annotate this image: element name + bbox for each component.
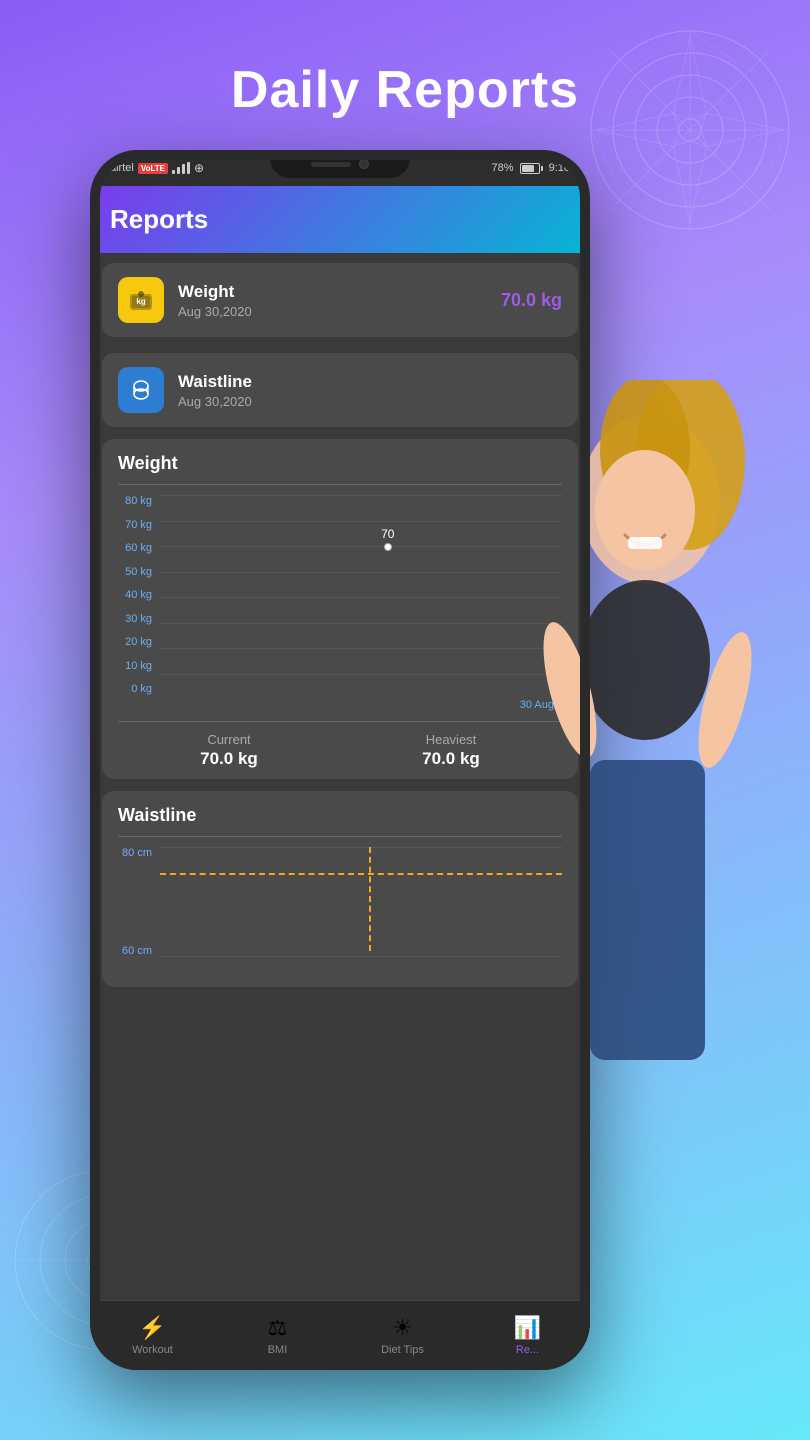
waistline-metric-card[interactable]: Waistline Aug 30,2020 — [102, 353, 578, 427]
diet-icon: ☀ — [393, 1315, 413, 1341]
notch-speaker — [311, 162, 351, 167]
current-label: Current — [118, 732, 340, 747]
page-title: Daily Reports — [0, 60, 810, 120]
signal-bar-2 — [177, 167, 180, 174]
y-label-70: 70 kg — [118, 519, 152, 531]
chart-x-axis: 30 Aug — [118, 699, 562, 711]
nav-item-diet[interactable]: ☀ Diet Tips — [340, 1307, 465, 1364]
status-bar: airtel VoLTE ⊕ 78% 9:10 — [90, 150, 590, 186]
weight-metric-card[interactable]: kg Weight Aug 30,2020 70.0 kg — [102, 263, 578, 337]
waistline-date: Aug 30,2020 — [178, 394, 562, 409]
waistline-y-label-60: 60 cm — [118, 945, 152, 957]
current-value: 70.0 kg — [118, 749, 340, 769]
weight-chart: 80 kg 70 kg 60 kg 50 kg 40 kg 30 kg 20 k… — [118, 495, 562, 695]
carrier-name: airtel — [110, 162, 134, 174]
reports-label: Re... — [516, 1344, 539, 1356]
weight-chart-area: 70 — [160, 495, 562, 695]
battery-percent: 78% — [492, 162, 514, 174]
weight-chart-section: Weight 80 kg 70 kg 60 kg 50 kg 40 kg 30 … — [102, 439, 578, 779]
waistline-chart-section: Waistline 80 cm 60 cm — [102, 791, 578, 987]
signal-bar-3 — [182, 164, 185, 174]
grid-line-3 — [160, 546, 562, 547]
grid-line-2 — [160, 521, 562, 522]
y-label-30: 30 kg — [118, 613, 152, 625]
grid-line-8 — [160, 674, 562, 675]
status-right: 78% 9:10 — [492, 162, 570, 174]
y-label-10: 10 kg — [118, 660, 152, 672]
nav-item-workout[interactable]: ⚡ Workout — [90, 1307, 215, 1364]
stat-current: Current 70.0 kg — [118, 732, 340, 769]
nav-item-reports[interactable]: 📊 Re... — [465, 1307, 590, 1364]
weight-date: Aug 30,2020 — [178, 304, 487, 319]
data-point-label: 70 — [381, 527, 394, 541]
volte-badge: VoLTE — [138, 163, 168, 174]
battery-icon — [520, 163, 543, 174]
grid-line-5 — [160, 597, 562, 598]
waistline-chart-area — [160, 847, 562, 977]
weight-chart-title: Weight — [118, 453, 562, 474]
stat-heaviest: Heaviest 70.0 kg — [340, 732, 562, 769]
x-label-30aug: 30 Aug — [520, 699, 554, 711]
weight-info: Weight Aug 30,2020 — [178, 282, 487, 319]
waistline-icon — [118, 367, 164, 413]
data-point-70: 70 — [381, 527, 394, 551]
signal-bars — [172, 162, 190, 174]
nav-item-bmi[interactable]: ⚖ BMI — [215, 1307, 340, 1364]
svg-text:kg: kg — [136, 297, 145, 306]
y-label-50: 50 kg — [118, 566, 152, 578]
y-label-40: 40 kg — [118, 589, 152, 601]
status-left: airtel VoLTE ⊕ — [110, 161, 204, 175]
waistline-y-axis: 80 cm 60 cm — [118, 847, 160, 957]
waistline-grid-lines — [160, 847, 562, 957]
bottom-nav: ⚡ Workout ⚖ BMI ☀ Diet Tips 📊 Re... — [90, 1300, 590, 1370]
weight-value: 70.0 kg — [501, 290, 562, 311]
heaviest-label: Heaviest — [340, 732, 562, 747]
bmi-icon: ⚖ — [268, 1315, 288, 1341]
waistline-y-label-80: 80 cm — [118, 847, 152, 859]
y-label-80: 80 kg — [118, 495, 152, 507]
chart-divider-1 — [118, 484, 562, 485]
waistline-grid-1 — [160, 847, 562, 848]
y-label-20: 20 kg — [118, 636, 152, 648]
phone-screen: Reports kg Weight Aug 30,2020 70 — [90, 186, 590, 1370]
y-label-0: 0 kg — [118, 683, 152, 695]
reports-icon: 📊 — [514, 1315, 541, 1341]
grid-line-7 — [160, 648, 562, 649]
signal-bar-4 — [187, 162, 190, 174]
grid-line-1 — [160, 495, 562, 496]
waistline-chart-title: Waistline — [118, 805, 562, 826]
data-point-dot — [384, 543, 392, 551]
waistline-chart: 80 cm 60 cm — [118, 847, 562, 977]
clock: 9:10 — [549, 162, 570, 174]
weight-y-axis: 80 kg 70 kg 60 kg 50 kg 40 kg 30 kg 20 k… — [118, 495, 160, 695]
y-label-60: 60 kg — [118, 542, 152, 554]
workout-icon: ⚡ — [139, 1315, 166, 1341]
heaviest-value: 70.0 kg — [340, 749, 562, 769]
screen-content[interactable]: kg Weight Aug 30,2020 70.0 kg — [90, 253, 590, 1300]
stats-row: Current 70.0 kg Heaviest 70.0 kg — [118, 721, 562, 769]
notch — [270, 150, 410, 178]
waistline-name: Waistline — [178, 372, 562, 392]
phone-frame: airtel VoLTE ⊕ 78% 9:10 Reports — [90, 150, 590, 1370]
signal-bar-1 — [172, 170, 175, 174]
weight-name: Weight — [178, 282, 487, 302]
dashed-vertical — [369, 847, 371, 951]
notch-camera — [359, 159, 369, 169]
diet-label: Diet Tips — [381, 1344, 424, 1356]
waistline-info: Waistline Aug 30,2020 — [178, 372, 562, 409]
workout-label: Workout — [132, 1344, 173, 1356]
mandala-top-right — [580, 20, 800, 240]
bmi-label: BMI — [268, 1344, 288, 1356]
chart-divider-2 — [118, 836, 562, 837]
dashed-horizontal — [160, 873, 562, 875]
waistline-grid-2 — [160, 956, 562, 957]
weight-icon: kg — [118, 277, 164, 323]
grid-line-6 — [160, 623, 562, 624]
grid-lines — [160, 495, 562, 675]
grid-line-4 — [160, 572, 562, 573]
app-header-title: Reports — [110, 204, 570, 235]
app-header: Reports — [90, 186, 590, 253]
